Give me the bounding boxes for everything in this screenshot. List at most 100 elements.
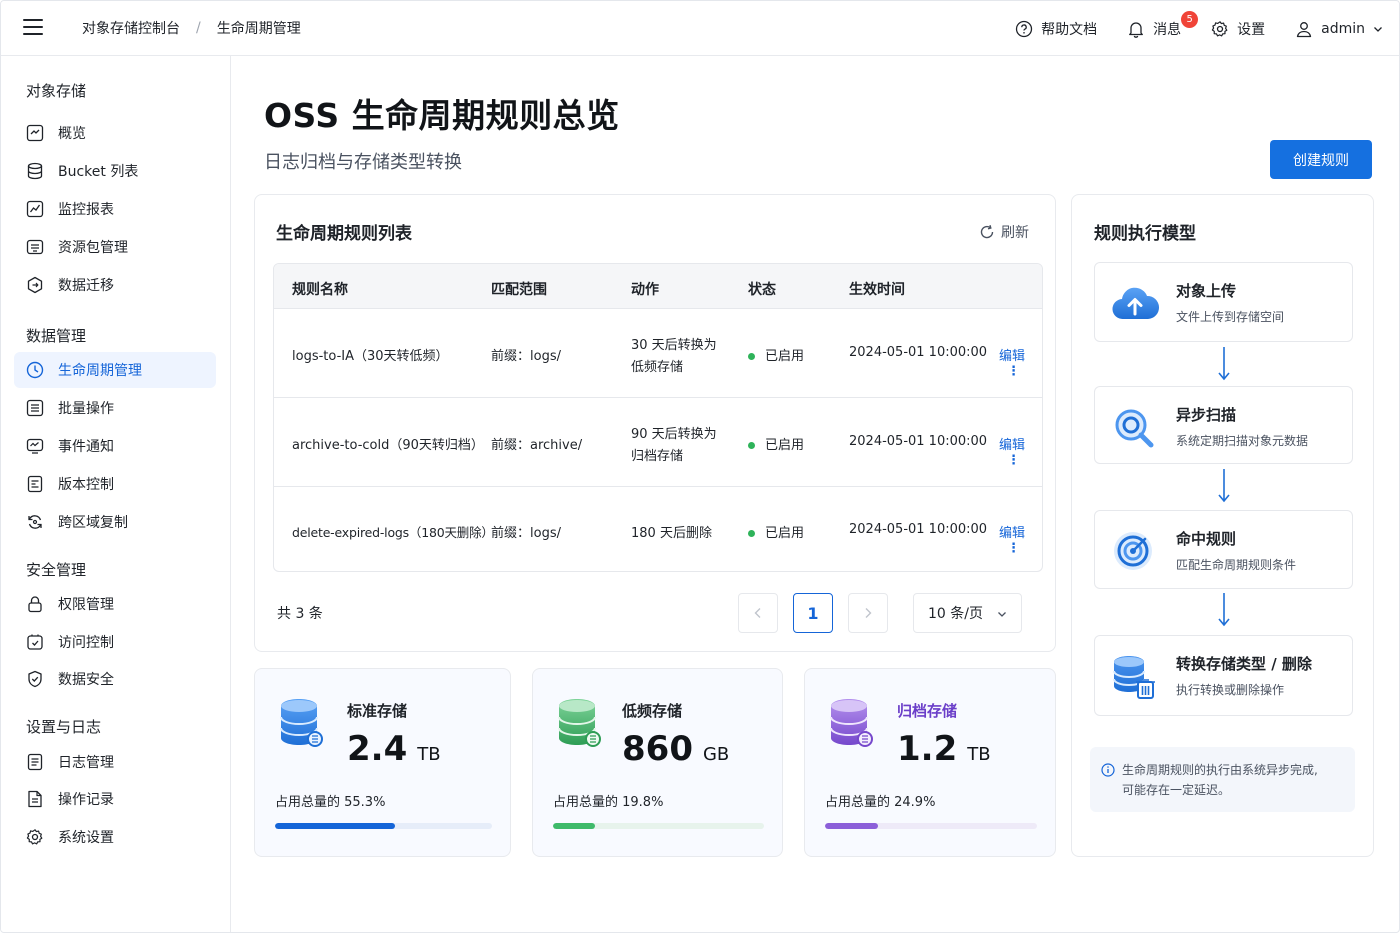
rule-effective-time: 2024-05-01 10:00:00 (849, 345, 988, 360)
stat-value: 1.2 TB (897, 729, 991, 769)
sidebar-item-migration[interactable]: 数据迁移 (14, 267, 216, 303)
sidebar-item-label: 系统设置 (58, 830, 114, 846)
sidebar-item-logs[interactable]: 日志管理 (14, 744, 216, 780)
stat-label: 标准存储 (347, 702, 408, 720)
standard-storage-icon (280, 699, 323, 747)
gear-icon (1211, 20, 1228, 36)
help-label: 帮助文档 (1041, 21, 1098, 38)
sidebar-item-overview[interactable]: 概览 (14, 115, 216, 151)
step-title: 异步扫描 (1176, 406, 1237, 424)
sidebar-item-lifecycle[interactable]: 生命周期管理 (14, 352, 216, 388)
settings-label: 设置 (1237, 21, 1266, 38)
user-icon (1296, 21, 1312, 37)
sidebar-item-resource-packs[interactable]: 资源包管理 (14, 229, 216, 265)
more-options-icon[interactable]: ⋮ (1007, 453, 1020, 468)
info-icon (1101, 763, 1115, 777)
prev-page-button[interactable] (738, 593, 778, 633)
breadcrumb-root[interactable]: 对象存储控制台 (82, 18, 180, 38)
sidebar-item-batch[interactable]: 批量操作 (14, 390, 216, 426)
sidebar-item-versioning[interactable]: 版本控制 (14, 466, 216, 502)
page-size-value: 10 条/页 (928, 606, 983, 622)
refresh-button[interactable]: 刷新 (979, 222, 1029, 242)
sidebar-item-system-settings[interactable]: 系统设置 (14, 819, 216, 855)
page-size-select[interactable]: 10 条/页 (913, 593, 1022, 633)
status-dot (748, 530, 755, 537)
sidebar-item-bucket-list[interactable]: Bucket 列表 (14, 153, 216, 189)
menu-icon[interactable] (23, 19, 43, 37)
shield-icon (28, 670, 42, 688)
refresh-label: 刷新 (1001, 225, 1029, 241)
step-async-scan: 异步扫描 系统定期扫描对象元数据 (1094, 386, 1353, 464)
page-subtitle: 日志归档与存储类型转换 (264, 152, 462, 173)
chevron-left-icon (754, 608, 761, 618)
rule-scope: 前缀：archive/ (491, 438, 583, 453)
row-actions: 编辑⋮ (999, 434, 1042, 468)
table-row: logs-to-IA（30天转低频） 前缀：logs/ 30 天后转换为 低频存… (274, 309, 1042, 398)
message-count-badge: 5 (1181, 10, 1199, 28)
usage-bar-fill (275, 823, 395, 829)
rule-action-line1: 180 天后删除 (631, 526, 712, 541)
record-icon (28, 790, 42, 808)
rule-name: delete-expired-logs（180天删除） (292, 525, 494, 540)
row-actions: 编辑⋮ (999, 522, 1042, 556)
rule-action-line2: 低频存储 (631, 360, 684, 375)
stat-card-standard: 标准存储 2.4 TB 占用总量的 55.3% (254, 668, 511, 857)
sidebar-item-label: Bucket 列表 (58, 164, 139, 180)
step-title: 转换存储类型 / 删除 (1176, 655, 1312, 673)
sidebar-item-label: 数据迁移 (58, 278, 114, 294)
help-docs-link[interactable]: 帮助文档 (1015, 19, 1097, 39)
next-page-button[interactable] (848, 593, 888, 633)
sidebar-item-replication[interactable]: 跨区域复制 (14, 504, 216, 540)
messages-button[interactable]: 消息 5 (1127, 10, 1199, 39)
sidebar-group-title: 设置与日志 (26, 718, 102, 736)
sidebar-item-label: 概览 (58, 126, 86, 142)
edit-link[interactable]: 编辑 (999, 526, 1025, 541)
target-icon (1114, 532, 1152, 570)
stat-value: 860 GB (622, 729, 729, 769)
stat-card-archive: 归档存储 1.2 TB 占用总量的 24.9% (804, 668, 1056, 857)
rule-effective-time: 2024-05-01 10:00:00 (849, 522, 988, 537)
status-text: 已启用 (765, 349, 805, 364)
sidebar-item-data-security[interactable]: 数据安全 (14, 661, 216, 697)
settings-button[interactable]: 设置 (1211, 19, 1265, 39)
more-options-icon[interactable]: ⋮ (1007, 364, 1020, 379)
table-row: archive-to-cold（90天转归档） 前缀：archive/ 90 天… (274, 398, 1042, 487)
create-rule-button[interactable]: 创建规则 (1270, 140, 1372, 179)
page-number-button[interactable]: 1 (793, 593, 833, 633)
usage-bar (275, 823, 492, 829)
edit-link[interactable]: 编辑 (999, 438, 1025, 453)
column-header: 生效时间 (849, 282, 905, 298)
stat-unit: GB (702, 744, 730, 765)
column-header: 匹配范围 (491, 282, 547, 298)
arrow-down-icon (1218, 593, 1230, 627)
sidebar-item-events[interactable]: 事件通知 (14, 428, 216, 464)
pagination-total: 共 3 条 (277, 606, 323, 622)
arrow-down-icon (1218, 347, 1230, 381)
sidebar-item-operation-records[interactable]: 操作记录 (14, 781, 216, 817)
usage-bar (553, 823, 764, 829)
edit-link[interactable]: 编辑 (999, 349, 1025, 364)
cloud-upload-icon (1112, 287, 1159, 320)
chevron-right-icon (865, 608, 872, 618)
stat-number: 2.4 (347, 729, 408, 769)
rule-action-line1: 90 天后转换为 (631, 427, 717, 442)
info-note: 生命周期规则的执行由系统异步完成, 可能存在一定延迟。 (1090, 747, 1355, 812)
dashboard-icon (26, 124, 44, 142)
sidebar-item-label: 事件通知 (58, 439, 114, 455)
arrow-down-icon (1218, 469, 1230, 503)
user-menu[interactable]: admin (1295, 20, 1383, 38)
messages-label: 消息 (1153, 21, 1182, 38)
rule-action-line2: 归档存储 (631, 449, 684, 464)
sidebar-item-label: 资源包管理 (58, 240, 128, 256)
sidebar-item-access-control[interactable]: 访问控制 (14, 624, 216, 660)
sidebar-item-permissions[interactable]: 权限管理 (14, 586, 216, 622)
stat-label: 低频存储 (622, 702, 683, 720)
sidebar-item-label: 跨区域复制 (58, 515, 128, 531)
rules-card: 生命周期规则列表 刷新 规则名称 匹配范围 动作 状态 生效时间 logs-to… (254, 194, 1056, 652)
package-icon (26, 239, 44, 255)
sidebar-item-monitoring[interactable]: 监控报表 (14, 191, 216, 227)
info-note-line2: 可能存在一定延迟。 (1122, 783, 1231, 797)
sidebar-item-label: 生命周期管理 (58, 363, 142, 379)
more-options-icon[interactable]: ⋮ (1007, 541, 1020, 556)
stat-number: 860 (622, 729, 693, 769)
